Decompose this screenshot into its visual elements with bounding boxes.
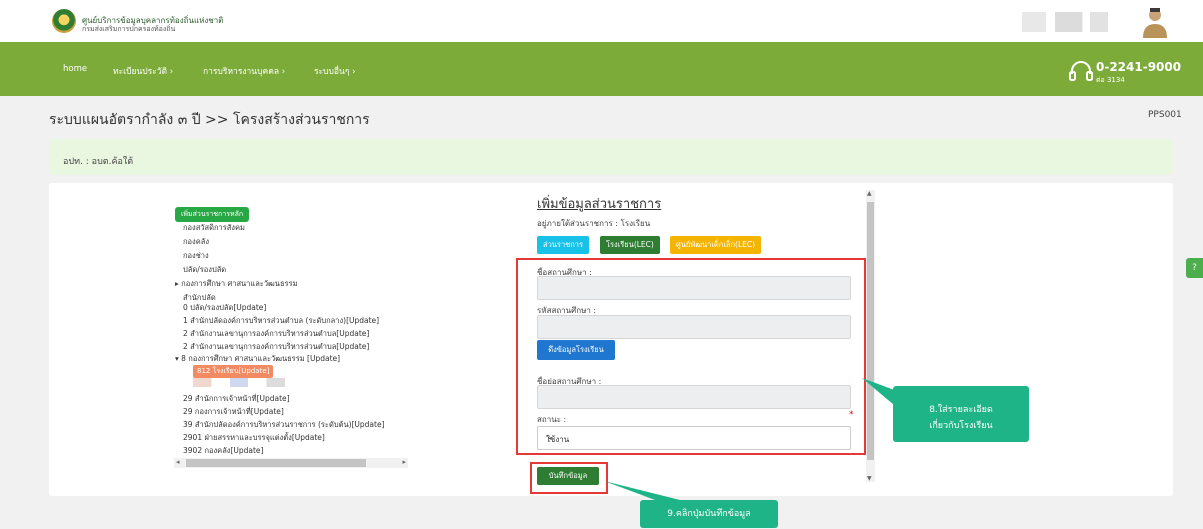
callout2-pointer	[604, 481, 680, 500]
side-help-tab[interactable]: ?	[1186, 258, 1203, 278]
callout-pointers	[604, 378, 900, 500]
callout1-line2: เกี่ยวกับโรงเรียน	[929, 421, 993, 431]
callout-click-save: 9.คลิกปุ่มบันทึกข้อมูล	[640, 500, 778, 528]
callout1-line1: 8.ใส่รายละเอียด	[929, 405, 993, 415]
callout-fill-details: 8.ใส่รายละเอียด เกี่ยวกับโรงเรียน	[893, 386, 1029, 442]
